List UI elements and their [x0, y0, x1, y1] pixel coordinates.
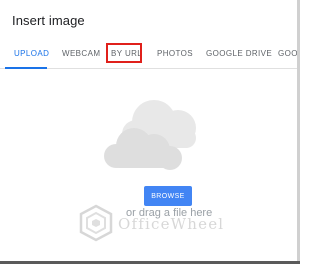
watermark-text: OfficeWheel	[118, 215, 225, 233]
by-url-highlight-annotation	[106, 43, 142, 63]
tab-google-overflow[interactable]: GOO	[278, 49, 298, 58]
active-tab-indicator	[5, 67, 47, 69]
cloud-icon	[104, 100, 196, 170]
dialog-title: Insert image	[12, 13, 85, 28]
officewheel-logo	[79, 204, 113, 242]
tab-webcam[interactable]: WEBCAM	[62, 49, 100, 58]
tab-bar: UPLOAD WEBCAM BY URL PHOTOS GOOGLE DRIVE…	[0, 38, 297, 69]
watermark: OfficeWheel	[78, 204, 278, 244]
tab-upload[interactable]: UPLOAD	[14, 49, 49, 58]
insert-image-dialog: Insert image UPLOAD WEBCAM BY URL PHOTOS…	[0, 0, 300, 264]
dialog-right-edge	[297, 0, 300, 264]
tab-photos[interactable]: PHOTOS	[157, 49, 193, 58]
tab-google-drive[interactable]: GOOGLE DRIVE	[206, 49, 272, 58]
browse-button[interactable]: BROWSE	[144, 186, 192, 206]
